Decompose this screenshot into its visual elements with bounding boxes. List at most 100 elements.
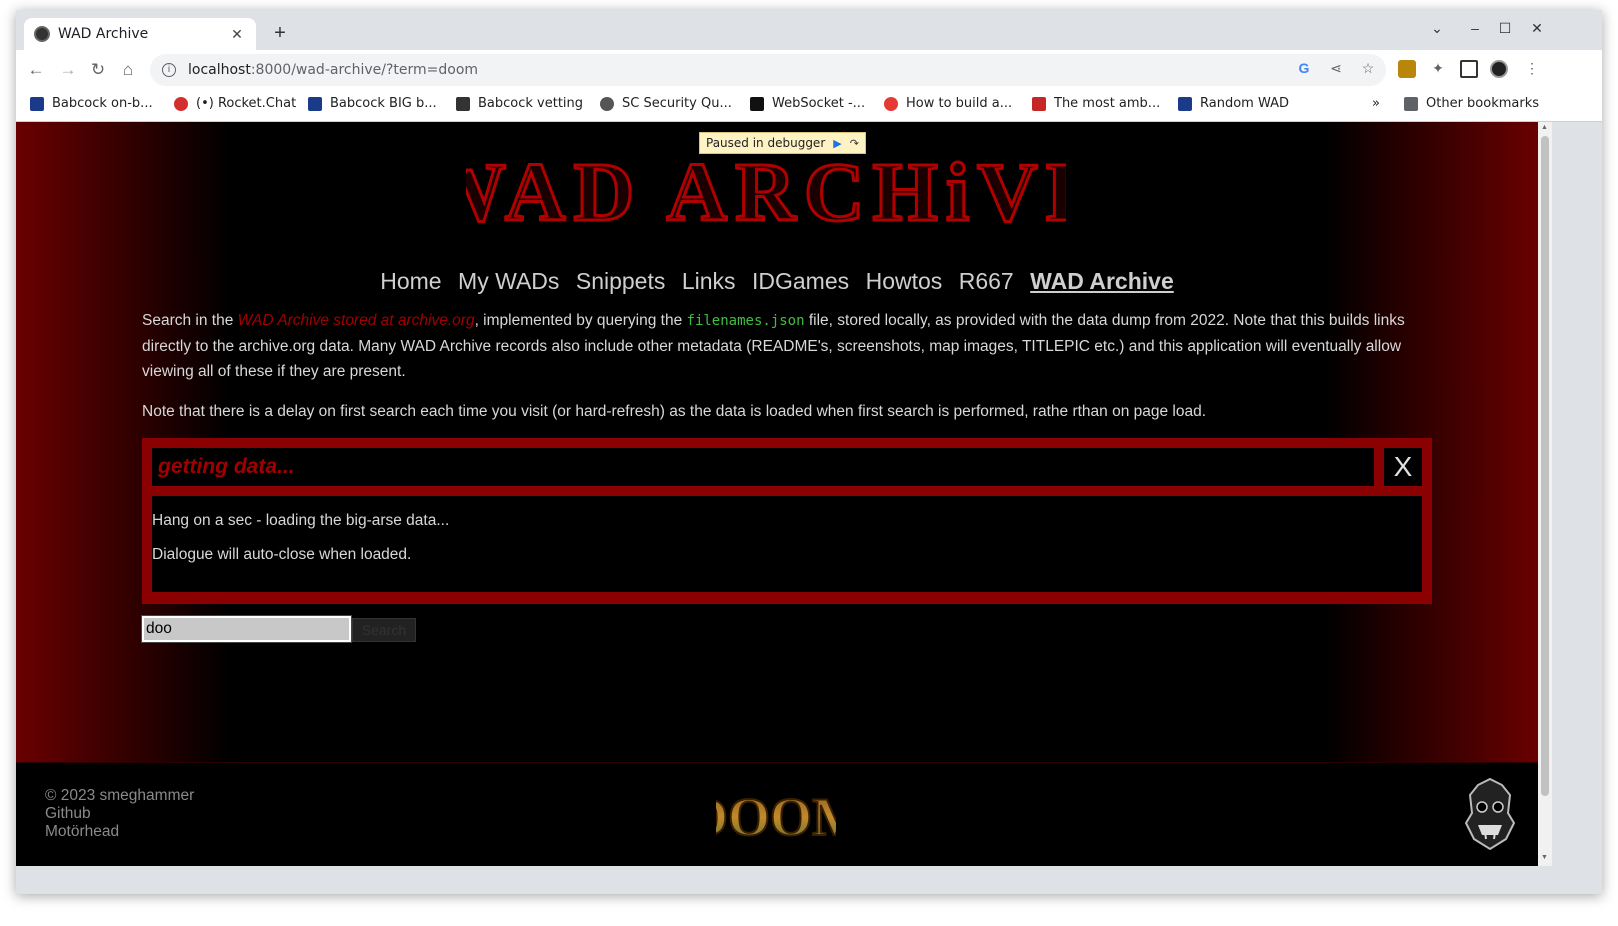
bookmark-label: WebSocket -... [772,96,866,111]
nav-snippets[interactable]: Snippets [576,268,666,295]
page-footer: © 2023 smeghammer Github Motörhead DOOM [16,762,1538,866]
bookmark-favicon-icon [600,96,614,111]
dialog-line-2: Dialogue will auto-close when loaded. [152,546,412,563]
nav-howtos[interactable]: Howtos [866,268,943,295]
dialog-body: Hang on a sec - loading the big-arse dat… [152,496,1422,592]
bookmark-label: (•) Rocket.Chat [196,96,297,111]
motorhead-snaggletooth-logo [1464,777,1516,851]
search-input[interactable] [141,615,352,643]
google-lens-icon[interactable]: G [1294,60,1314,76]
other-bookmarks-folder[interactable]: Other bookmarks [1404,96,1539,111]
bookmark-item[interactable]: How to build a... [884,96,1012,111]
filenames-json-code: filenames.json [686,313,805,329]
profile-avatar[interactable] [1490,60,1508,78]
github-link[interactable]: Github [45,805,194,823]
reload-icon[interactable]: ↻ [86,58,110,82]
bookmark-favicon-icon [1178,96,1192,111]
bookmark-label: Babcock BIG b... [330,96,437,111]
tab-search-chevron-icon[interactable]: ⌄ [1422,20,1452,37]
search-button[interactable]: Search [352,618,416,642]
logo-text: WAD ARCHiVE [466,146,1066,239]
bookmark-favicon-icon [456,96,470,111]
maximize-button[interactable]: ☐ [1490,20,1520,37]
nav-my-wads[interactable]: My WADs [458,268,559,295]
bookmark-label: SC Security Qu... [622,96,732,111]
bookmark-favicon-icon [750,96,764,111]
bookmark-label: Babcock vetting [478,96,584,111]
url-path: :8000/wad-archive/?term=doom [250,62,479,78]
bookmark-item[interactable]: Babcock vetting [456,96,583,111]
copyright-text: © 2023 smeghammer [45,787,195,804]
side-panel-icon[interactable] [1460,60,1478,78]
extension-icon[interactable] [1398,60,1416,78]
nav-wad-archive[interactable]: WAD Archive [1030,268,1174,295]
browser-toolbar: ← → ↻ ⌂ i localhost:8000/wad-archive/?te… [16,50,1602,90]
intro-paragraph: Search in the WAD Archive stored at arch… [142,308,1432,384]
url-host: localhost [188,62,251,78]
dialog-line-1: Hang on a sec - loading the big-arse dat… [152,512,450,529]
puzzle-extensions-icon[interactable]: ✦ [1428,60,1448,77]
nav-home[interactable]: Home [380,268,441,295]
tab-strip: WAD Archive ✕ + ⌄ – ☐ ✕ [16,10,1602,50]
bookmark-label: Babcock on-b... [52,96,153,111]
more-bookmarks-button[interactable]: » [1372,96,1380,111]
doom-logo: DOOM [716,786,836,848]
new-tab-button[interactable]: + [268,22,292,45]
close-window-button[interactable]: ✕ [1522,20,1552,37]
nav-links[interactable]: Links [682,268,736,295]
archive-org-link[interactable]: WAD Archive stored at archive.org [238,312,475,329]
dialog-title: getting data... [152,448,1374,486]
dialog-close-button[interactable]: X [1384,448,1422,486]
bookmark-item[interactable]: The most amb... [1032,96,1160,111]
delay-note: Note that there is a delay on first sear… [142,403,1207,420]
bookmark-item[interactable]: Random WAD [1178,96,1289,111]
tab-title: WAD Archive [58,26,149,42]
more-bookmarks-chevron-icon: » [1372,96,1380,111]
folder-icon [1404,96,1418,111]
page-scrollbar[interactable]: ▲ ▼ [1538,122,1552,866]
bookmark-favicon-icon [884,96,898,111]
bookmark-favicon-icon [1032,96,1046,111]
bookmarks-bar: Babcock on-b... (•) Rocket.Chat Babcock … [16,90,1602,122]
dialog-header: getting data... X [152,448,1422,486]
intro-text-mid: , implemented by querying the [474,312,687,329]
address-bar[interactable]: i localhost:8000/wad-archive/?term=doom [150,54,1386,86]
browser-tab[interactable]: WAD Archive ✕ [24,18,256,50]
back-arrow-icon[interactable]: ← [24,58,48,82]
minimize-button[interactable]: – [1460,20,1490,36]
home-icon[interactable]: ⌂ [116,58,140,82]
bookmark-item[interactable]: (•) Rocket.Chat [174,96,296,111]
tab-close-icon[interactable]: ✕ [228,26,246,43]
kebab-menu-icon[interactable]: ⋮ [1522,60,1542,77]
scroll-down-icon[interactable]: ▼ [1541,854,1548,861]
footer-links: © 2023 smeghammer Github Motörhead [45,787,194,841]
bookmark-favicon-icon [308,96,322,111]
bookmark-favicon-icon [174,96,188,111]
other-bookmarks-label: Other bookmarks [1426,96,1540,111]
nav-idgames[interactable]: IDGames [752,268,849,295]
loading-dialog: getting data... X Hang on a sec - loadin… [142,438,1432,604]
bookmark-favicon-icon [30,96,44,111]
page-viewport: Paused in debugger ▶︎ ↷ WAD ARCHiVE Home… [16,122,1538,866]
bookmark-star-icon[interactable]: ☆ [1358,60,1378,77]
scroll-up-icon[interactable]: ▲ [1541,124,1548,131]
bookmark-label: How to build a... [906,96,1013,111]
browser-window: WAD Archive ✕ + ⌄ – ☐ ✕ ← → ↻ ⌂ i localh… [16,10,1602,894]
wad-archive-logo: WAD ARCHiVE [466,145,1066,241]
bookmark-item[interactable]: Babcock BIG b... [308,96,437,111]
bookmark-item[interactable]: WebSocket -... [750,96,865,111]
bookmark-item[interactable]: Babcock on-b... [30,96,153,111]
site-favicon-icon [34,26,50,42]
nav-r667[interactable]: R667 [959,268,1014,295]
share-icon[interactable]: ⋖ [1326,60,1346,77]
bookmark-item[interactable]: SC Security Qu... [600,96,732,111]
forward-arrow-icon[interactable]: → [56,58,80,82]
main-nav: Home My WADs Snippets Links IDGames Howt… [16,268,1538,295]
intro-text-start: Search in the [142,312,238,329]
intro-text: Search in the WAD Archive stored at arch… [142,308,1432,439]
motorhead-link[interactable]: Motörhead [45,823,194,841]
bookmark-label: The most amb... [1054,96,1161,111]
doom-logo-text: DOOM [716,787,836,847]
scrollbar-thumb[interactable] [1541,136,1549,796]
site-info-icon[interactable]: i [162,63,176,77]
